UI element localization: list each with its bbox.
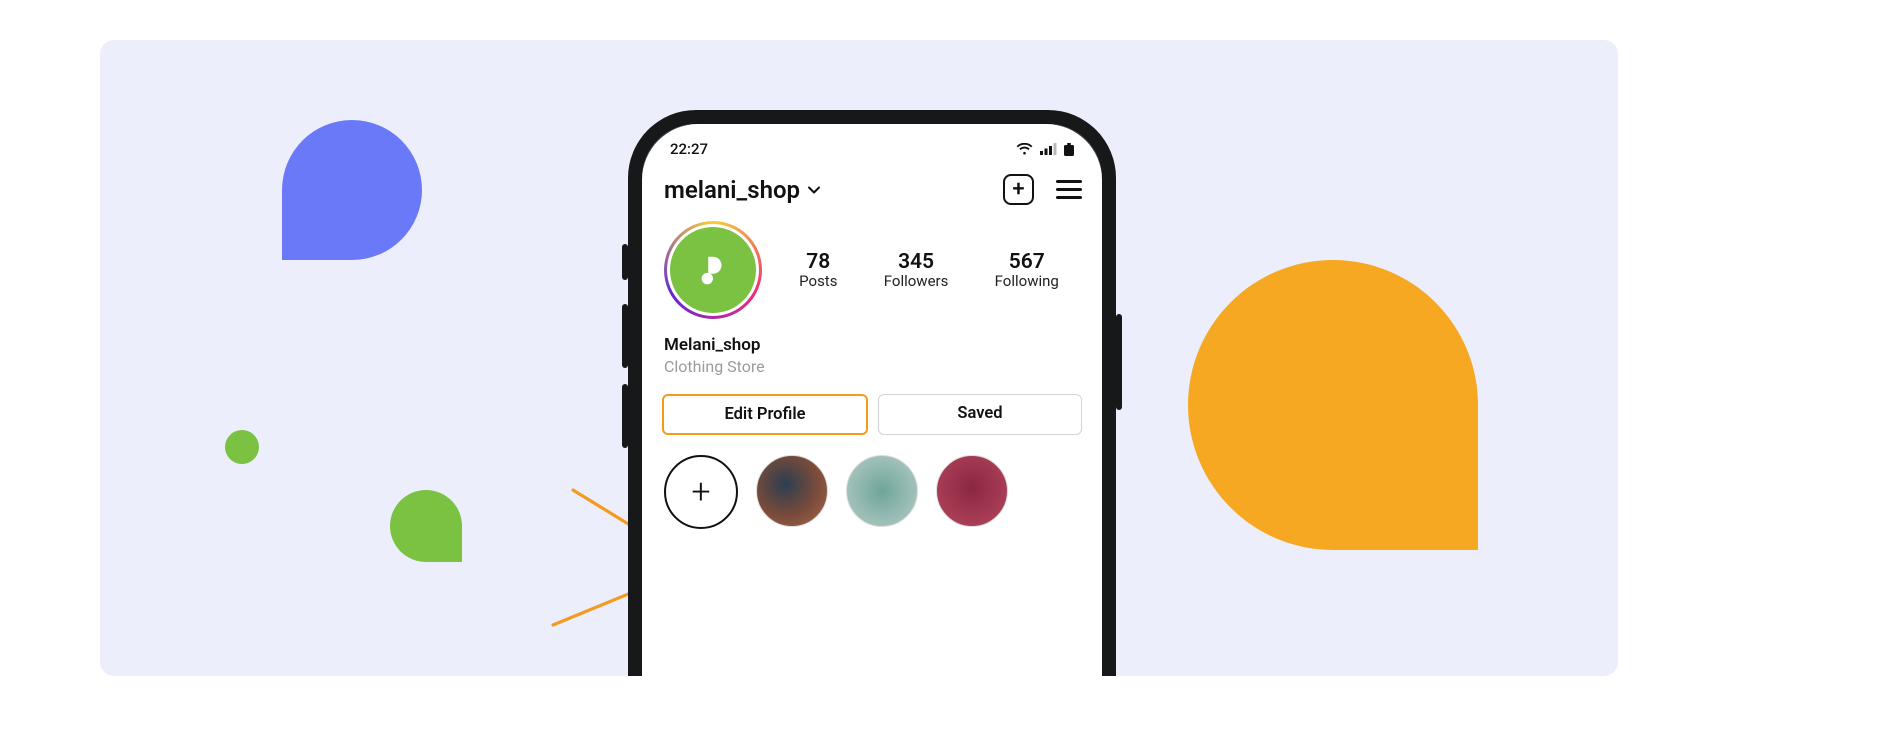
stat-posts-count: 78 — [799, 250, 837, 274]
highlight-item[interactable] — [846, 455, 918, 527]
username-text: melani_shop — [664, 176, 800, 204]
battery-icon — [1064, 143, 1074, 156]
stat-posts-label: Posts — [799, 272, 837, 290]
stat-followers-label: Followers — [884, 272, 949, 290]
illustration-canvas: 22:27 melani_shop — [100, 40, 1618, 676]
menu-button[interactable] — [1056, 180, 1082, 199]
status-time: 22:27 — [670, 140, 708, 158]
decorative-shape-green-dot — [225, 430, 259, 464]
phone-side-button — [622, 384, 628, 448]
status-bar: 22:27 — [642, 124, 1102, 162]
highlight-item[interactable] — [756, 455, 828, 527]
decorative-shape-orange — [1188, 260, 1478, 550]
create-post-button[interactable] — [1003, 174, 1034, 205]
chevron-down-icon — [806, 182, 822, 198]
decorative-shape-green-small — [390, 490, 462, 562]
wifi-icon — [1016, 143, 1033, 156]
profile-display-name: Melani_shop — [664, 335, 1080, 355]
stat-following[interactable]: 567 Following — [995, 250, 1059, 290]
highlight-item[interactable] — [936, 455, 1008, 527]
phone-screen: 22:27 melani_shop — [642, 124, 1102, 676]
profile-stats-row: 78 Posts 345 Followers 567 Following — [642, 213, 1102, 325]
phone-side-button — [622, 304, 628, 368]
profile-bio: Melani_shop Clothing Store — [642, 325, 1102, 380]
phone-side-button — [1116, 314, 1122, 410]
saved-button[interactable]: Saved — [878, 394, 1082, 435]
status-icons — [1016, 143, 1074, 156]
stat-posts[interactable]: 78 Posts — [799, 250, 837, 290]
profile-header: melani_shop — [642, 162, 1102, 213]
signal-icon — [1040, 143, 1057, 155]
phone-side-button — [622, 244, 628, 280]
story-highlights-row: + — [642, 437, 1102, 529]
profile-category: Clothing Store — [664, 357, 1080, 376]
decorative-shape-purple — [282, 120, 422, 260]
phone-frame: 22:27 melani_shop — [628, 110, 1116, 676]
stat-followers[interactable]: 345 Followers — [884, 250, 949, 290]
stat-following-count: 567 — [995, 250, 1059, 274]
add-highlight-button[interactable]: + — [664, 455, 738, 529]
edit-profile-button[interactable]: Edit Profile — [662, 394, 868, 435]
username-switcher[interactable]: melani_shop — [664, 176, 822, 204]
stat-following-label: Following — [995, 272, 1059, 290]
profile-avatar[interactable] — [664, 221, 762, 319]
profile-action-buttons: Edit Profile Saved — [642, 380, 1102, 437]
avatar-logo-icon — [694, 251, 732, 289]
stat-followers-count: 345 — [884, 250, 949, 274]
